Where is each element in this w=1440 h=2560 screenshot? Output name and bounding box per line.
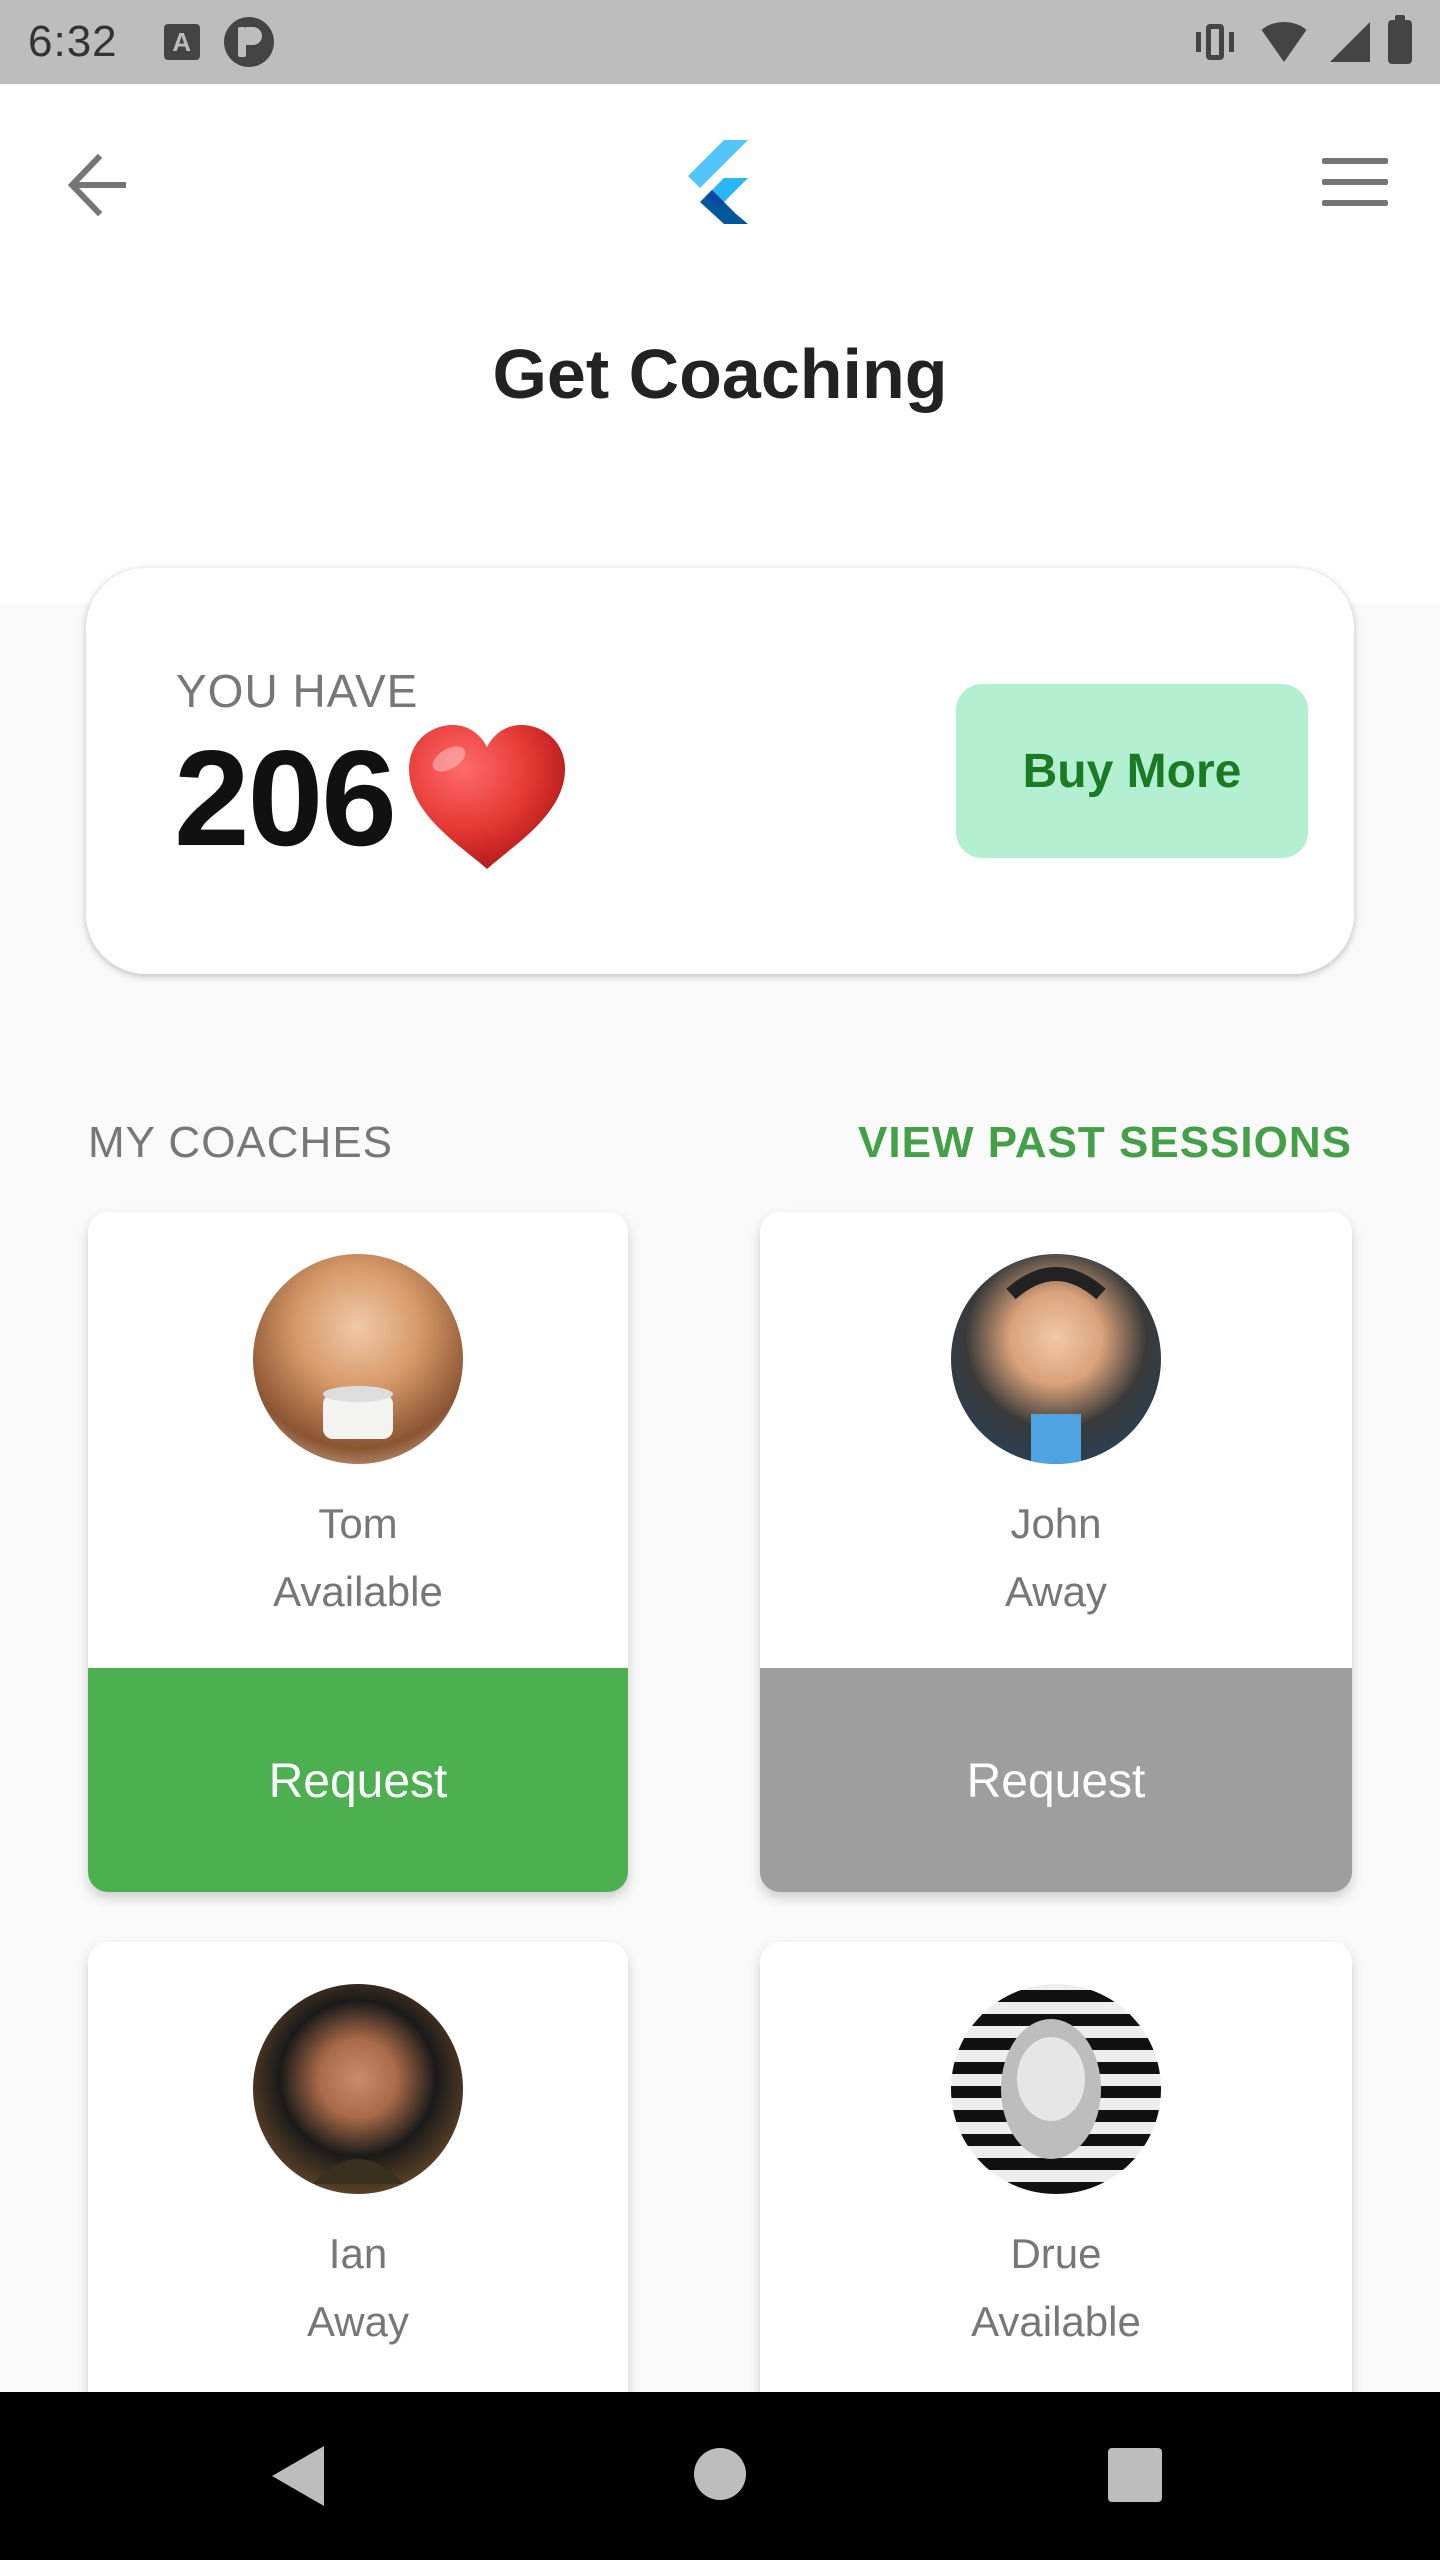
app-notification-icon — [223, 17, 274, 67]
request-button[interactable]: Request — [760, 1668, 1352, 1892]
status-system-icons — [1192, 15, 1412, 64]
wifi-icon — [1256, 22, 1312, 62]
page-title: Get Coaching — [492, 335, 948, 413]
system-nav-bar — [0, 2392, 1440, 2560]
coach-card-tom: Tom Available Request — [88, 1212, 628, 1892]
status-notification-icons: A — [163, 17, 274, 67]
app-header: Get Coaching — [0, 84, 1440, 604]
status-bar: 6:32 A — [0, 0, 1440, 84]
status-time: 6:32 — [28, 17, 118, 66]
avatar — [253, 1254, 463, 1464]
balance-row: 206 — [174, 720, 571, 876]
balance-card: YOU HAVE 206 Buy More — [86, 568, 1354, 974]
battery-icon — [1388, 15, 1412, 64]
request-button[interactable]: Request — [88, 1668, 628, 1892]
avatar — [951, 1254, 1161, 1464]
flutter-logo-icon — [688, 140, 748, 224]
heart-icon — [408, 725, 565, 869]
signal-icon — [1330, 22, 1370, 62]
menu-icon[interactable] — [1322, 158, 1388, 206]
nav-home-icon[interactable] — [694, 2448, 746, 2500]
nav-recents-icon[interactable] — [1108, 2448, 1162, 2502]
nav-back-icon[interactable] — [272, 2446, 324, 2506]
coach-status: Away — [307, 2298, 409, 2345]
coach-name: Ian — [328, 2230, 388, 2277]
section-title: MY COACHES — [88, 1118, 394, 1167]
coach-name: Drue — [1010, 2230, 1102, 2277]
coach-status: Away — [1005, 1568, 1107, 1615]
buy-more-button[interactable]: Buy More — [956, 684, 1308, 858]
coach-status: Available — [273, 1568, 443, 1615]
coach-name: John — [1010, 1500, 1102, 1547]
coach-status: Available — [971, 2298, 1141, 2345]
view-past-sessions-link[interactable]: VIEW PAST SESSIONS — [858, 1118, 1352, 1168]
coach-name: Tom — [318, 1500, 398, 1547]
font-notification-icon: A — [163, 24, 200, 60]
balance-label: YOU HAVE — [176, 665, 419, 717]
back-arrow-icon[interactable] — [62, 150, 132, 220]
avatar — [951, 1984, 1161, 2194]
coach-card-john: John Away Request — [760, 1212, 1352, 1892]
balance-count: 206 — [174, 722, 397, 874]
avatar — [253, 1984, 463, 2194]
vibrate-icon — [1192, 22, 1238, 62]
